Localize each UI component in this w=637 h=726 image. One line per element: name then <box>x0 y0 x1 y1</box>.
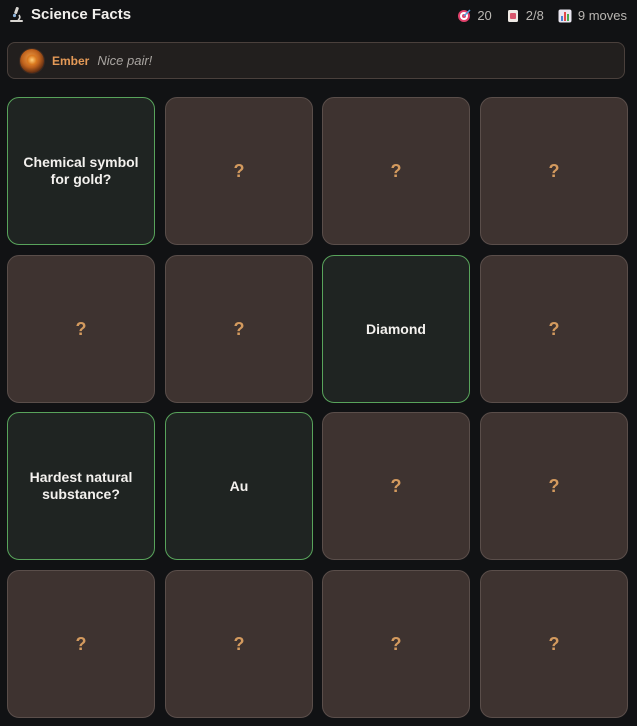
avatar <box>20 48 44 73</box>
moves-value: 9 moves <box>577 8 627 23</box>
card-hidden[interactable]: ? <box>322 570 470 718</box>
top-bar: Science Facts 20 2/8 9 moves <box>0 0 637 34</box>
card-hidden[interactable]: ? <box>165 97 313 245</box>
moves-stat: 9 moves <box>558 8 627 23</box>
pairs-value: 2/8 <box>525 8 544 23</box>
target-icon <box>457 8 471 23</box>
question-mark: ? <box>233 160 245 181</box>
card-hidden[interactable]: ? <box>165 570 313 718</box>
card-hidden[interactable]: ? <box>480 570 628 718</box>
card-hidden[interactable]: ? <box>322 97 470 245</box>
card-revealed[interactable]: Hardest natural substance? <box>7 412 155 560</box>
speaker-message: Nice pair! <box>97 53 153 68</box>
card-revealed[interactable]: Au <box>165 412 313 560</box>
question-mark: ? <box>390 475 402 496</box>
cards-icon <box>506 9 520 23</box>
score-stat: 20 <box>457 8 492 23</box>
card-hidden[interactable]: ? <box>322 412 470 560</box>
stats-bar: 20 2/8 9 moves <box>457 8 627 23</box>
question-mark: ? <box>75 318 87 339</box>
question-mark: ? <box>390 633 402 654</box>
card-text: Hardest natural substance? <box>29 469 133 502</box>
card-hidden[interactable]: ? <box>165 255 313 403</box>
question-mark: ? <box>548 160 560 181</box>
question-mark: ? <box>548 633 560 654</box>
card-hidden[interactable]: ? <box>480 97 628 245</box>
card-hidden[interactable]: ? <box>480 412 628 560</box>
microscope-icon <box>8 6 25 23</box>
question-mark: ? <box>233 318 245 339</box>
question-mark: ? <box>390 160 402 181</box>
game-title: Science Facts <box>8 6 131 23</box>
card-text: Au <box>229 477 249 494</box>
question-mark: ? <box>548 475 560 496</box>
question-mark: ? <box>75 633 87 654</box>
card-revealed[interactable]: Diamond <box>322 255 470 403</box>
speaker-name: Ember <box>52 53 90 68</box>
card-hidden[interactable]: ? <box>7 570 155 718</box>
card-text: Chemical symbol for gold? <box>23 154 139 187</box>
question-mark: ? <box>548 318 560 339</box>
score-value: 20 <box>477 8 492 23</box>
pairs-stat: 2/8 <box>506 8 544 23</box>
question-mark: ? <box>233 633 245 654</box>
bar-chart-icon <box>558 9 572 23</box>
card-revealed[interactable]: Chemical symbol for gold? <box>7 97 155 245</box>
card-hidden[interactable]: ? <box>7 255 155 403</box>
card-hidden[interactable]: ? <box>480 255 628 403</box>
card-text: Diamond <box>366 320 426 337</box>
message-banner: Ember Nice pair! <box>7 42 625 79</box>
game-title-text: Science Facts <box>31 6 132 23</box>
